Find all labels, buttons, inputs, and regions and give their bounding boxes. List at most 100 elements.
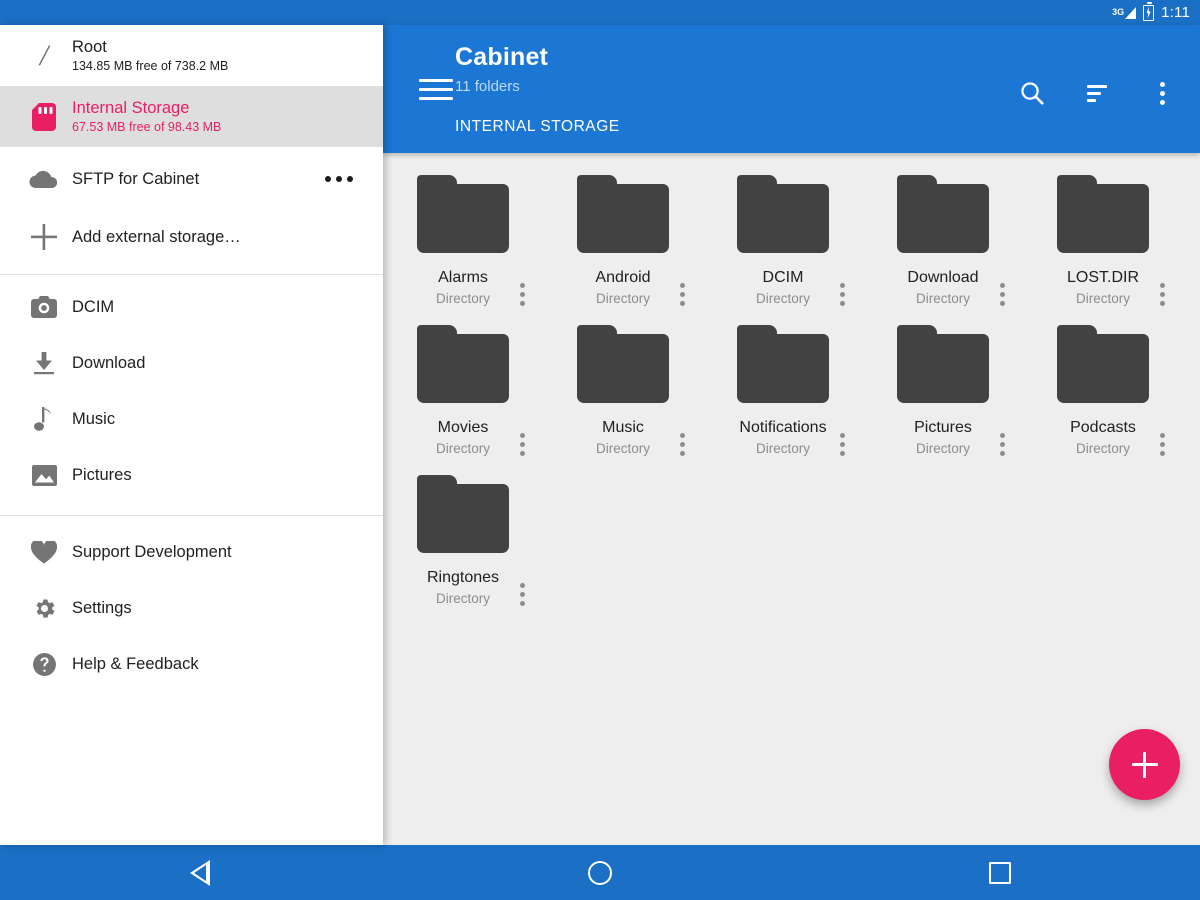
- folder-icon: [737, 175, 829, 253]
- app-bar: Cabinet 11 folders INTERNAL STORAGE: [383, 25, 1200, 153]
- file-overflow-menu-icon[interactable]: [1000, 433, 1005, 456]
- sidebar-item-pictures[interactable]: Pictures: [0, 447, 383, 503]
- file-grid-item[interactable]: PodcastsDirectory: [1023, 315, 1183, 465]
- file-type-label: Directory: [404, 589, 522, 609]
- file-grid-item[interactable]: AndroidDirectory: [543, 165, 703, 315]
- music-note-icon: [16, 407, 72, 432]
- file-name-label: Notifications: [724, 417, 842, 438]
- sidebar-item-settings-label: Settings: [72, 598, 132, 618]
- drawer-item-sftp-label: SFTP for Cabinet: [72, 169, 199, 189]
- file-overflow-menu-icon[interactable]: [1000, 283, 1005, 306]
- camera-icon: [16, 296, 72, 318]
- app-bar-actions: [1012, 73, 1182, 113]
- overflow-dots-icon[interactable]: [325, 176, 353, 182]
- image-icon: [16, 463, 72, 488]
- sidebar-item-support-development[interactable]: Support Development: [0, 524, 383, 580]
- file-name-label: Android: [564, 267, 682, 288]
- file-grid-item[interactable]: AlarmsDirectory: [383, 165, 543, 315]
- file-grid-item[interactable]: MoviesDirectory: [383, 315, 543, 465]
- file-overflow-menu-icon[interactable]: [680, 433, 685, 456]
- file-grid-item[interactable]: NotificationsDirectory: [703, 315, 863, 465]
- folder-icon: [897, 175, 989, 253]
- drawer-item-internal-storage-label: Internal Storage: [72, 98, 221, 118]
- drawer-item-sftp[interactable]: SFTP for Cabinet: [0, 150, 383, 208]
- drawer-item-add-external-storage[interactable]: Add external storage…: [0, 208, 383, 266]
- file-grid-item[interactable]: DCIMDirectory: [703, 165, 863, 315]
- sd-card-icon: [16, 103, 72, 131]
- overflow-menu-icon[interactable]: [1142, 73, 1182, 113]
- hamburger-menu-icon[interactable]: [419, 79, 453, 100]
- drawer-item-add-external-storage-label: Add external storage…: [72, 227, 241, 247]
- file-grid-item[interactable]: PicturesDirectory: [863, 315, 1023, 465]
- file-grid-item[interactable]: RingtonesDirectory: [383, 465, 543, 615]
- file-name-label: LOST.DIR: [1044, 267, 1162, 288]
- file-overflow-menu-icon[interactable]: [520, 433, 525, 456]
- nav-back-button[interactable]: [0, 845, 400, 900]
- cloud-icon: [16, 168, 72, 190]
- folder-icon: [417, 325, 509, 403]
- file-grid-item[interactable]: LOST.DIRDirectory: [1023, 165, 1183, 315]
- page-title: Cabinet: [455, 43, 548, 72]
- sidebar-item-download[interactable]: Download: [0, 335, 383, 391]
- signal-bars-icon: [1125, 7, 1136, 19]
- folder-icon: [1057, 325, 1149, 403]
- app-screen: 3G 1:11 / Root 134.85 MB free of 738.2 M…: [0, 0, 1200, 900]
- file-overflow-menu-icon[interactable]: [1160, 433, 1165, 456]
- nav-home-button[interactable]: [400, 845, 800, 900]
- file-name-label: Ringtones: [404, 567, 522, 588]
- file-name-label: Download: [884, 267, 1002, 288]
- file-type-label: Directory: [724, 289, 842, 309]
- sidebar-item-dcim[interactable]: DCIM: [0, 279, 383, 335]
- sidebar-item-dcim-label: DCIM: [72, 297, 114, 317]
- sort-icon[interactable]: [1077, 73, 1117, 113]
- drawer-item-internal-storage[interactable]: Internal Storage 67.53 MB free of 98.43 …: [0, 86, 383, 147]
- file-name-label: Alarms: [404, 267, 522, 288]
- folder-icon: [577, 175, 669, 253]
- folder-icon: [897, 325, 989, 403]
- create-fab-button[interactable]: [1109, 729, 1180, 800]
- file-overflow-menu-icon[interactable]: [1160, 283, 1165, 306]
- file-type-label: Directory: [404, 439, 522, 459]
- heart-icon: [16, 541, 72, 564]
- sidebar-item-pictures-label: Pictures: [72, 465, 132, 485]
- file-overflow-menu-icon[interactable]: [840, 433, 845, 456]
- back-triangle-icon: [190, 860, 210, 886]
- file-overflow-menu-icon[interactable]: [840, 283, 845, 306]
- navigation-drawer: / Root 134.85 MB free of 738.2 MB Intern…: [0, 25, 383, 845]
- file-grid-item[interactable]: MusicDirectory: [543, 315, 703, 465]
- file-grid-item[interactable]: DownloadDirectory: [863, 165, 1023, 315]
- file-overflow-menu-icon[interactable]: [520, 283, 525, 306]
- file-overflow-menu-icon[interactable]: [520, 583, 525, 606]
- nav-recents-button[interactable]: [800, 845, 1200, 900]
- file-name-label: Movies: [404, 417, 522, 438]
- sidebar-item-help-feedback-label: Help & Feedback: [72, 654, 199, 674]
- gear-icon: [16, 596, 72, 621]
- help-circle-icon: [16, 652, 72, 677]
- sidebar-item-help-feedback[interactable]: Help & Feedback: [0, 636, 383, 692]
- folder-icon: [577, 325, 669, 403]
- file-type-label: Directory: [564, 439, 682, 459]
- drawer-item-root-sub: 134.85 MB free of 738.2 MB: [72, 58, 228, 75]
- file-type-label: Directory: [1044, 439, 1162, 459]
- home-circle-icon: [588, 861, 612, 885]
- search-icon[interactable]: [1012, 73, 1052, 113]
- file-name-label: Pictures: [884, 417, 1002, 438]
- sidebar-item-music-label: Music: [72, 409, 115, 429]
- sidebar-item-music[interactable]: Music: [0, 391, 383, 447]
- download-icon: [16, 351, 72, 375]
- drawer-item-root-label: Root: [72, 37, 228, 57]
- file-overflow-menu-icon[interactable]: [680, 283, 685, 306]
- root-slash-icon: /: [16, 41, 72, 71]
- recents-square-icon: [989, 862, 1011, 884]
- folder-count-label: 11 folders: [455, 78, 520, 95]
- drawer-item-internal-storage-sub: 67.53 MB free of 98.43 MB: [72, 119, 221, 136]
- sidebar-item-support-development-label: Support Development: [72, 542, 232, 562]
- file-type-label: Directory: [1044, 289, 1162, 309]
- network-type-label: 3G: [1112, 8, 1124, 17]
- file-type-label: Directory: [564, 289, 682, 309]
- sidebar-item-settings[interactable]: Settings: [0, 580, 383, 636]
- drawer-item-root[interactable]: / Root 134.85 MB free of 738.2 MB: [0, 25, 383, 86]
- file-type-label: Directory: [884, 439, 1002, 459]
- folder-icon: [417, 475, 509, 553]
- signal-triangle-icon: 3G: [1112, 7, 1136, 19]
